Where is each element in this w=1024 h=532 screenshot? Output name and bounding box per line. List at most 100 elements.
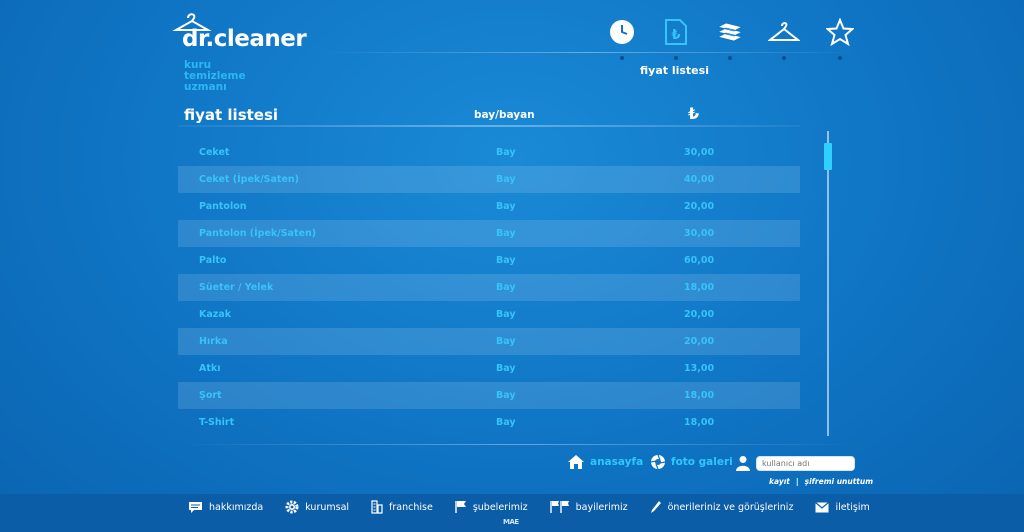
item-name: Ceket (İpek/Saten) xyxy=(199,174,300,185)
item-name: T-Shirt xyxy=(199,417,235,428)
item-gender: Bay xyxy=(496,228,516,239)
scrollbar-track[interactable] xyxy=(827,131,829,436)
nav-dot xyxy=(674,56,678,60)
item-name: Pantolon xyxy=(199,201,247,212)
item-price: 30,00 xyxy=(684,147,715,158)
item-name: Palto xyxy=(199,255,227,266)
nav-dot xyxy=(620,56,624,60)
item-price: 20,00 xyxy=(684,309,715,320)
header-divider xyxy=(178,125,800,127)
item-price: 18,00 xyxy=(684,390,715,401)
footer-item-label: şubelerimiz xyxy=(472,501,528,513)
brand-tagline: kuru temizleme uzmanı xyxy=(184,60,246,93)
table-title: fiyat listesi xyxy=(184,106,279,124)
footer-item-label: kurumsal xyxy=(305,501,350,513)
gear-icon xyxy=(285,500,299,514)
forgot-password-link[interactable]: şifremi unuttum xyxy=(805,477,873,486)
item-name: Hırka xyxy=(199,336,228,347)
item-gender: Bay xyxy=(496,309,516,320)
item-gender: Bay xyxy=(496,282,516,293)
brand-name: dr.cleaner xyxy=(182,26,307,52)
item-gender: Bay xyxy=(496,174,516,185)
photo-gallery-link-label: foto galeri xyxy=(671,456,733,468)
footer-item-feedback[interactable]: önerileriniz ve görüşleriniz xyxy=(650,500,794,514)
svg-text:₺: ₺ xyxy=(671,28,680,43)
table-row: Palto Bay 60,00 xyxy=(178,247,800,274)
footer-item-about[interactable]: hakkımızda xyxy=(188,501,263,514)
item-gender: Bay xyxy=(496,255,516,266)
footer-item-franchise[interactable]: franchise xyxy=(371,500,433,514)
table-row: Süeter / Yelek Bay 18,00 xyxy=(178,274,800,301)
table-row: Kazak Bay 20,00 xyxy=(178,301,800,328)
item-price: 13,00 xyxy=(684,363,715,374)
item-price: 18,00 xyxy=(684,282,715,293)
footer-nav: hakkımızda kurumsal franchise şubelerimi… xyxy=(188,499,892,515)
flags-icon xyxy=(549,500,570,514)
home-link-label: anasayfa xyxy=(590,456,644,468)
footer-item-label: iletişim xyxy=(835,501,870,513)
item-gender: Bay xyxy=(496,417,516,428)
table-row: Şort Bay 18,00 xyxy=(178,382,800,409)
scrollbar-thumb[interactable] xyxy=(824,143,832,170)
item-price: 20,00 xyxy=(684,201,715,212)
top-divider xyxy=(320,52,860,53)
item-gender: Bay xyxy=(496,201,516,212)
login-links-separator: | xyxy=(795,477,799,486)
clothes-stack-icon[interactable] xyxy=(712,14,748,50)
item-gender: Bay xyxy=(496,390,516,401)
speech-bubble-icon xyxy=(188,501,203,514)
table-row: T-Shirt Bay 18,00 xyxy=(178,409,800,436)
footer-item-branches[interactable]: şubelerimiz xyxy=(455,500,528,514)
flag-icon xyxy=(455,500,467,514)
user-icon xyxy=(736,455,750,475)
price-tag-icon[interactable]: ₺ xyxy=(658,14,694,50)
footer-item-contact[interactable]: iletişim xyxy=(815,501,870,513)
footer-item-dealers[interactable]: bayilerimiz xyxy=(549,500,628,514)
home-link[interactable]: anasayfa xyxy=(567,454,643,470)
footer-item-label: franchise xyxy=(389,501,433,513)
clock-icon[interactable] xyxy=(604,14,640,50)
item-price: 20,00 xyxy=(684,336,715,347)
aperture-icon xyxy=(650,454,666,470)
username-input[interactable] xyxy=(756,456,855,471)
table-row: Pantolon (İpek/Saten) Bay 30,00 xyxy=(178,220,800,247)
nav-dot xyxy=(728,56,732,60)
column-header-price: ₺ xyxy=(688,104,700,123)
table-row: Hırka Bay 20,00 xyxy=(178,328,800,355)
item-gender: Bay xyxy=(496,147,516,158)
envelope-icon xyxy=(815,501,830,513)
tagline-line-3: uzmanı xyxy=(184,81,227,93)
item-price: 18,00 xyxy=(684,417,715,428)
register-link[interactable]: kayıt xyxy=(769,477,790,486)
section-title: fiyat listesi xyxy=(640,64,709,77)
item-name: Ceket xyxy=(199,147,230,158)
item-gender: Bay xyxy=(496,336,516,347)
item-name: Atkı xyxy=(199,363,221,374)
hanger-icon[interactable] xyxy=(766,14,802,50)
item-gender: Bay xyxy=(496,363,516,374)
nav-dot xyxy=(838,56,842,60)
footer-item-corporate[interactable]: kurumsal xyxy=(285,500,349,514)
site-credit[interactable]: MAE xyxy=(503,518,519,526)
item-name: Pantolon (İpek/Saten) xyxy=(199,228,317,239)
pen-icon xyxy=(650,500,662,514)
table-row: Atkı Bay 13,00 xyxy=(178,355,800,382)
login-links: kayıt | şifremi unuttum xyxy=(766,477,876,486)
bottom-divider xyxy=(178,444,858,445)
building-icon xyxy=(371,500,383,514)
item-price: 40,00 xyxy=(684,174,715,185)
item-price: 60,00 xyxy=(684,255,715,266)
table-row: Ceket (İpek/Saten) Bay 40,00 xyxy=(178,166,800,193)
nav-dot xyxy=(782,56,786,60)
logo[interactable]: dr.cleaner kuru temizleme uzmanı xyxy=(168,8,308,96)
top-nav: ₺ xyxy=(600,14,870,64)
item-price: 30,00 xyxy=(684,228,715,239)
footer: hakkımızda kurumsal franchise şubelerimi… xyxy=(0,494,1024,532)
column-header-gender: bay/bayan xyxy=(474,109,535,121)
star-icon[interactable] xyxy=(822,14,858,50)
item-name: Süeter / Yelek xyxy=(199,282,274,293)
footer-item-label: hakkımızda xyxy=(209,501,264,513)
footer-item-label: önerileriniz ve görüşleriniz xyxy=(667,501,794,513)
item-name: Şort xyxy=(199,390,222,401)
photo-gallery-link[interactable]: foto galeri xyxy=(650,454,733,470)
